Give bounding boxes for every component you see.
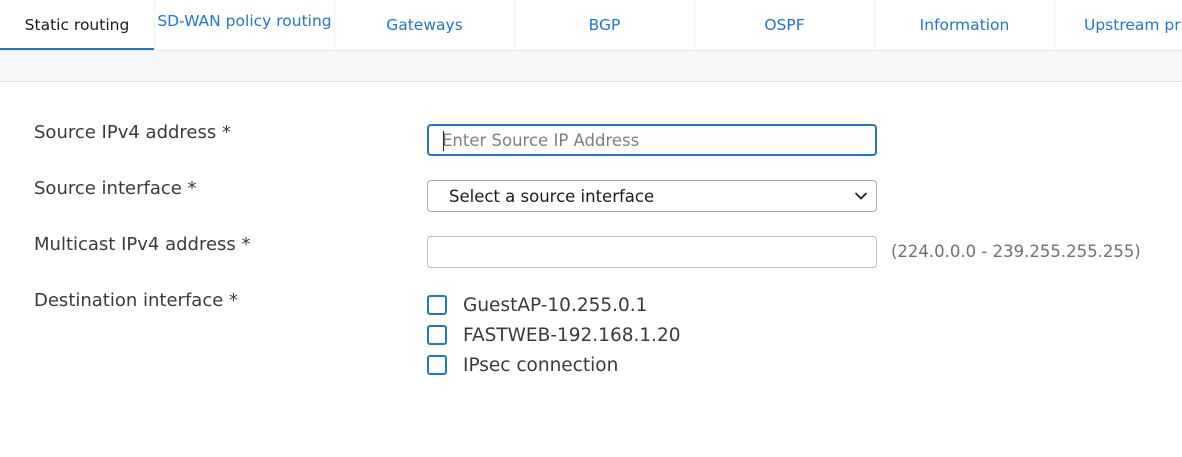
multicast-ip-input[interactable] (427, 236, 877, 268)
destination-option-fastweb[interactable]: FASTWEB-192.168.1.20 (427, 323, 681, 347)
destination-option-guestap[interactable]: GuestAP-10.255.0.1 (427, 293, 647, 317)
destination-option-ipsec[interactable]: IPsec connection (427, 353, 618, 377)
toolbar-strip (0, 51, 1182, 82)
tab-information[interactable]: Information (875, 0, 1055, 50)
source-interface-select[interactable]: Select a source interface (427, 180, 877, 212)
chevron-down-icon (855, 192, 867, 200)
checkbox-label: IPsec connection (463, 354, 619, 376)
tab-bar: Static routing SD-WAN policy routing Gat… (0, 0, 1182, 51)
destination-interface-label: Destination interface * (34, 290, 239, 311)
multicast-ip-hint: (224.0.0.0 - 239.255.255.255) (891, 242, 1141, 261)
tab-upstream-label: Upstream pr (1084, 15, 1181, 34)
tab-upstream[interactable]: Upstream pr (1055, 0, 1182, 50)
source-interface-label: Source interface * (34, 178, 197, 199)
multicast-ip-label: Multicast IPv4 address * (34, 234, 251, 255)
tab-gateways[interactable]: Gateways (335, 0, 515, 50)
text-cursor (443, 131, 444, 151)
tab-bgp[interactable]: BGP (515, 0, 695, 50)
tab-sd-wan-policy-routing[interactable]: SD-WAN policy routing (155, 0, 335, 50)
source-ip-label: Source IPv4 address * (34, 122, 231, 143)
checkbox[interactable] (427, 355, 447, 375)
tab-ospf[interactable]: OSPF (695, 0, 875, 50)
tab-static-routing[interactable]: Static routing (0, 0, 155, 50)
source-ip-input[interactable] (427, 124, 877, 156)
checkbox[interactable] (427, 325, 447, 345)
checkbox-label: FASTWEB-192.168.1.20 (463, 324, 681, 346)
source-interface-selected: Select a source interface (449, 186, 655, 206)
checkbox[interactable] (427, 295, 447, 315)
checkbox-label: GuestAP-10.255.0.1 (463, 294, 648, 316)
